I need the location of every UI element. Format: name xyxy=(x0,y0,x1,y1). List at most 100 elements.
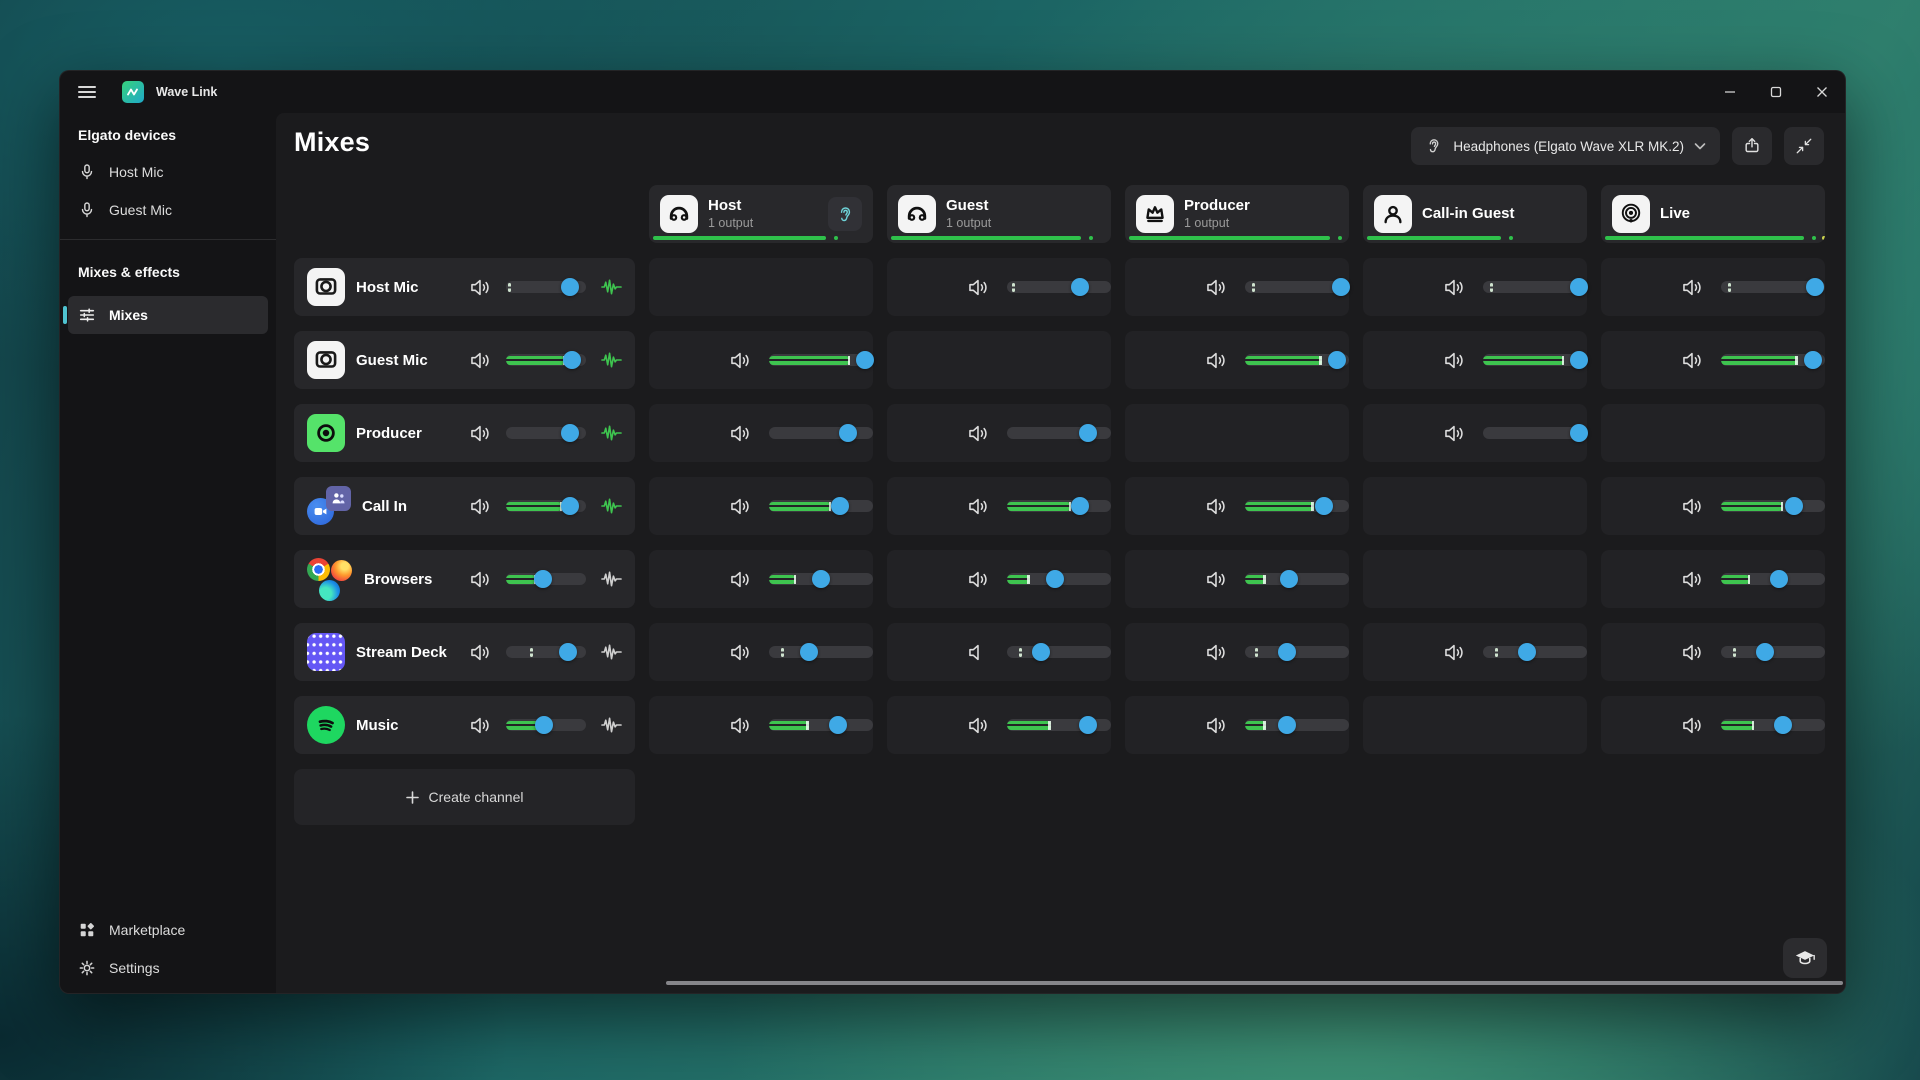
slider-knob[interactable] xyxy=(1071,278,1089,296)
volume-slider[interactable] xyxy=(1007,568,1111,590)
speaker-icon[interactable] xyxy=(1204,640,1229,665)
volume-slider[interactable] xyxy=(506,641,586,663)
slider-knob[interactable] xyxy=(812,570,830,588)
channel-host-mic[interactable]: Host Mic xyxy=(294,258,635,316)
volume-slider[interactable] xyxy=(1721,714,1825,736)
minimize-button[interactable] xyxy=(1707,71,1753,113)
speaker-icon[interactable] xyxy=(1204,348,1229,373)
slider-knob[interactable] xyxy=(1756,643,1774,661)
slider-knob[interactable] xyxy=(561,278,579,296)
slider-knob[interactable] xyxy=(1032,643,1050,661)
mix-column-live[interactable]: Live xyxy=(1601,185,1825,243)
volume-slider[interactable] xyxy=(769,422,873,444)
slider-knob[interactable] xyxy=(1328,351,1346,369)
create-channel-button[interactable]: Create channel xyxy=(294,769,635,825)
volume-slider[interactable] xyxy=(769,641,873,663)
volume-slider[interactable] xyxy=(1483,276,1587,298)
sidebar-item-mixes[interactable]: Mixes xyxy=(68,296,268,334)
speaker-icon[interactable] xyxy=(1680,275,1705,300)
volume-slider[interactable] xyxy=(1007,495,1111,517)
speaker-icon[interactable] xyxy=(1204,494,1229,519)
speaker-icon[interactable] xyxy=(728,640,753,665)
volume-slider[interactable] xyxy=(1007,714,1111,736)
slider-knob[interactable] xyxy=(559,643,577,661)
speaker-icon[interactable] xyxy=(966,713,991,738)
speaker-icon[interactable] xyxy=(728,713,753,738)
volume-slider[interactable] xyxy=(1721,495,1825,517)
volume-slider[interactable] xyxy=(1721,276,1825,298)
slider-knob[interactable] xyxy=(1079,716,1097,734)
volume-slider[interactable] xyxy=(1007,276,1111,298)
mix-column-call-in-guest[interactable]: Call-in Guest xyxy=(1363,185,1587,243)
monitor-button[interactable] xyxy=(828,197,862,231)
volume-slider[interactable] xyxy=(506,422,586,444)
slider-knob[interactable] xyxy=(1315,497,1333,515)
volume-slider[interactable] xyxy=(1007,422,1111,444)
slider-knob[interactable] xyxy=(1570,278,1588,296)
volume-slider[interactable] xyxy=(506,568,586,590)
volume-slider[interactable] xyxy=(1007,641,1111,663)
sidebar-item-settings[interactable]: Settings xyxy=(68,949,268,987)
mix-column-producer[interactable]: Producer1 output xyxy=(1125,185,1349,243)
slider-knob[interactable] xyxy=(534,570,552,588)
effects-waveform-icon[interactable] xyxy=(601,570,622,588)
speaker-icon[interactable] xyxy=(728,494,753,519)
slider-knob[interactable] xyxy=(1332,278,1350,296)
volume-slider[interactable] xyxy=(506,276,586,298)
close-button[interactable] xyxy=(1799,71,1845,113)
slider-knob[interactable] xyxy=(1046,570,1064,588)
volume-slider[interactable] xyxy=(1245,349,1349,371)
slider-knob[interactable] xyxy=(563,351,581,369)
speaker-icon[interactable] xyxy=(966,421,991,446)
volume-slider[interactable] xyxy=(769,349,873,371)
slider-knob[interactable] xyxy=(535,716,553,734)
slider-knob[interactable] xyxy=(829,716,847,734)
effects-waveform-icon[interactable] xyxy=(601,351,622,369)
volume-slider[interactable] xyxy=(1245,714,1349,736)
effects-waveform-icon[interactable] xyxy=(601,497,622,515)
speaker-icon[interactable] xyxy=(1680,494,1705,519)
channel-stream-deck[interactable]: Stream Deck xyxy=(294,623,635,681)
slider-knob[interactable] xyxy=(856,351,874,369)
slider-knob[interactable] xyxy=(1770,570,1788,588)
sidebar-item-host-mic[interactable]: Host Mic xyxy=(68,153,268,191)
channel-browsers[interactable]: Browsers xyxy=(294,550,635,608)
slider-knob[interactable] xyxy=(839,424,857,442)
speaker-icon[interactable] xyxy=(1204,713,1229,738)
effects-waveform-icon[interactable] xyxy=(601,278,622,296)
speaker-icon[interactable] xyxy=(966,567,991,592)
volume-slider[interactable] xyxy=(1245,495,1349,517)
menu-icon[interactable] xyxy=(78,86,96,98)
slider-knob[interactable] xyxy=(1079,424,1097,442)
slider-knob[interactable] xyxy=(831,497,849,515)
speaker-icon[interactable] xyxy=(1442,348,1467,373)
slider-knob[interactable] xyxy=(561,424,579,442)
slider-knob[interactable] xyxy=(1806,278,1824,296)
speaker-icon[interactable] xyxy=(966,494,991,519)
tutorial-button[interactable] xyxy=(1783,938,1827,978)
volume-slider[interactable] xyxy=(1245,568,1349,590)
effects-waveform-icon[interactable] xyxy=(601,424,622,442)
slider-knob[interactable] xyxy=(1804,351,1822,369)
slider-knob[interactable] xyxy=(1570,351,1588,369)
slider-knob[interactable] xyxy=(1570,424,1588,442)
speaker-icon[interactable] xyxy=(468,640,493,665)
volume-slider[interactable] xyxy=(1483,349,1587,371)
maximize-button[interactable] xyxy=(1753,71,1799,113)
speaker-icon[interactable] xyxy=(966,275,991,300)
volume-slider[interactable] xyxy=(506,349,586,371)
speaker-muted-icon[interactable] xyxy=(966,640,991,665)
volume-slider[interactable] xyxy=(769,568,873,590)
slider-knob[interactable] xyxy=(1280,570,1298,588)
channel-guest-mic[interactable]: Guest Mic xyxy=(294,331,635,389)
channel-call-in[interactable]: Call In xyxy=(294,477,635,535)
slider-knob[interactable] xyxy=(1785,497,1803,515)
volume-slider[interactable] xyxy=(769,495,873,517)
speaker-icon[interactable] xyxy=(1204,275,1229,300)
speaker-icon[interactable] xyxy=(728,421,753,446)
slider-knob[interactable] xyxy=(800,643,818,661)
channel-producer[interactable]: Producer xyxy=(294,404,635,462)
speaker-icon[interactable] xyxy=(1680,640,1705,665)
slider-knob[interactable] xyxy=(1518,643,1536,661)
share-button[interactable] xyxy=(1732,127,1772,165)
